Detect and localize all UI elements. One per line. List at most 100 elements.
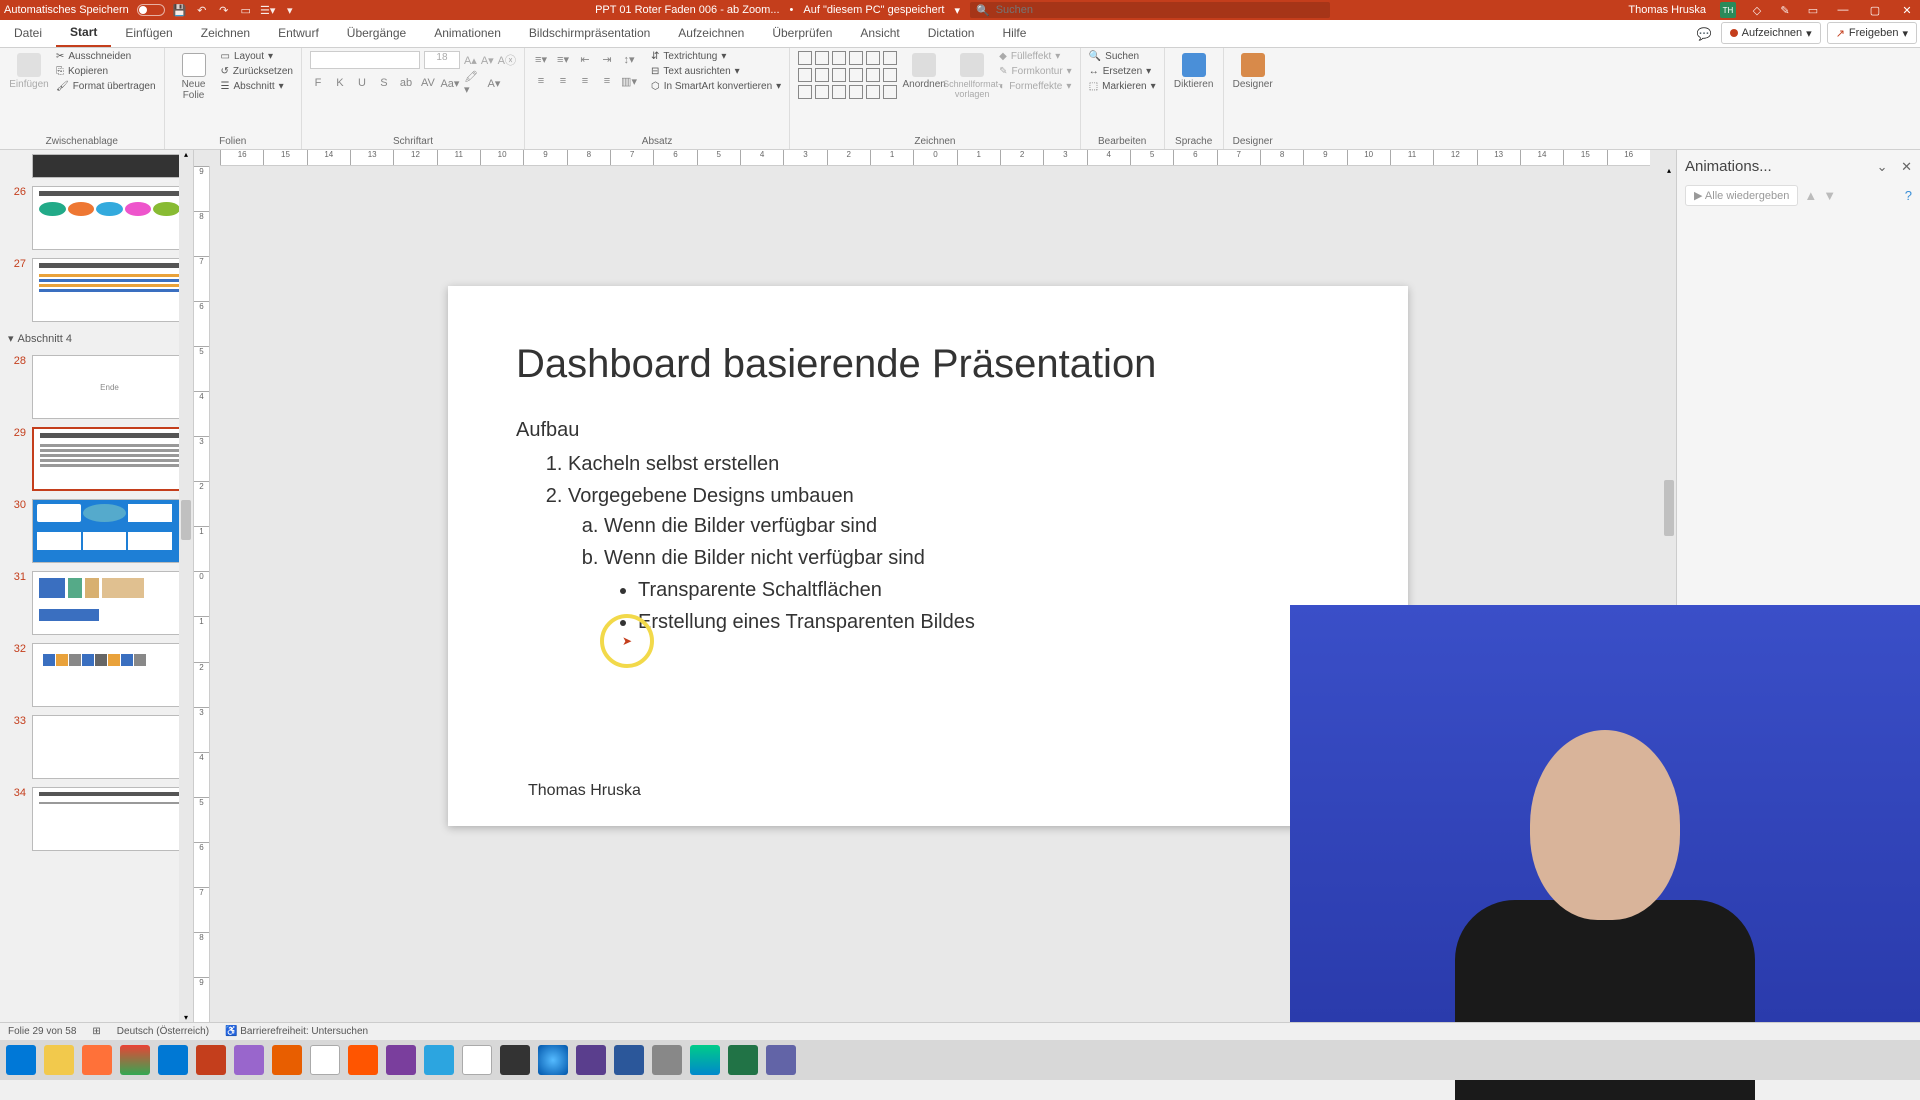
teams-icon[interactable] [766,1045,796,1075]
save-location[interactable]: Auf "diesem PC" gespeichert [803,4,944,16]
tab-ueberpruefen[interactable]: Überprüfen [758,19,846,47]
replace-button[interactable]: ↔ Ersetzen ▾ [1089,66,1156,77]
highlight-button[interactable]: 🖍▾ [464,75,480,91]
accessibility-check[interactable]: ♿ Barrierefreiheit: Untersuchen [225,1026,368,1037]
justify-icon[interactable]: ≡ [599,73,615,89]
format-painter-button[interactable]: 🖌 Format übertragen [56,81,156,92]
filename-chevron-icon[interactable]: ▾ [954,4,960,17]
start-button[interactable] [6,1045,36,1075]
user-name[interactable]: Thomas Hruska [1628,4,1706,16]
slide-canvas[interactable]: Dashboard basierende Präsentation Aufbau… [448,286,1408,826]
slide-panel-scrollbar[interactable]: ▴ ▾ [179,150,193,1022]
word-icon[interactable] [614,1045,644,1075]
tab-dictation[interactable]: Dictation [914,19,989,47]
tab-start[interactable]: Start [56,19,111,47]
effects-button[interactable]: ◐ Formeffekte ▾ [999,81,1072,92]
outline-button[interactable]: ✎ Formkontur ▾ [999,66,1072,77]
tab-hilfe[interactable]: Hilfe [988,19,1040,47]
smartart-button[interactable]: ⬡ In SmartArt konvertieren ▾ [651,81,781,92]
slide-thumb-30[interactable]: 30 [0,495,193,567]
drawing-tools-icon[interactable]: ✎ [1778,3,1792,17]
numbering-icon[interactable]: ≡▾ [555,51,571,67]
align-left-icon[interactable]: ≡ [533,73,549,89]
tab-zeichnen[interactable]: Zeichnen [187,19,264,47]
help-icon[interactable]: ? [1905,188,1912,203]
arrange-button[interactable]: Anordnen [903,51,945,90]
underline-button[interactable]: U [354,75,370,91]
record-button[interactable]: Aufzeichnen ▾ [1721,22,1821,44]
file-name[interactable]: PPT 01 Roter Faden 006 - ab Zoom... [595,4,779,16]
outlook-icon[interactable] [158,1045,188,1075]
section-header-4[interactable]: ▾Abschnitt 4 [0,326,193,351]
cut-button[interactable]: ✂ Ausschneiden [56,51,156,62]
slide-body[interactable]: Aufbau Kacheln selbst erstellen Vorgegeb… [516,415,1340,637]
decrease-indent-icon[interactable]: ⇤ [577,51,593,67]
qat-more-icon[interactable]: ▾ [283,3,297,17]
copy-button[interactable]: ⎘ Kopieren [56,66,156,77]
app-icon[interactable] [538,1045,568,1075]
shrink-font-icon[interactable]: A▾ [481,54,494,67]
ribbon-mode-icon[interactable]: ▭ [1806,3,1820,17]
tab-ansicht[interactable]: Ansicht [846,19,913,47]
strike-button[interactable]: S [376,75,392,91]
autosave-toggle[interactable] [137,4,165,16]
tab-entwurf[interactable]: Entwurf [264,19,333,47]
slide-thumb-27[interactable]: 27 [0,254,193,326]
scroll-down-icon[interactable]: ▾ [179,1013,193,1022]
edge-icon[interactable] [690,1045,720,1075]
start-slideshow-icon[interactable]: ▭ [239,3,253,17]
app-icon[interactable] [462,1045,492,1075]
vlc-icon[interactable] [272,1045,302,1075]
slide-thumb-25[interactable] [0,150,193,182]
align-center-icon[interactable]: ≡ [555,73,571,89]
explorer-icon[interactable] [44,1045,74,1075]
save-icon[interactable]: 💾 [173,3,187,17]
undo-icon[interactable]: ↶ [195,3,209,17]
powerpoint-icon[interactable] [196,1045,226,1075]
play-all-button[interactable]: ▶ Alle wiedergeben [1685,185,1798,206]
search-box[interactable]: 🔍 [970,2,1330,18]
font-select[interactable] [310,51,420,69]
find-button[interactable]: 🔍 Suchen [1089,51,1156,62]
pane-close-icon[interactable]: ✕ [1901,159,1912,174]
tab-aufzeichnen[interactable]: Aufzeichnen [664,19,758,47]
quick-styles-button[interactable]: Schnellformat- vorlagen [951,51,993,99]
clear-format-icon[interactable]: Aⓧ [498,52,516,68]
move-down-icon[interactable]: ▼ [1823,188,1836,203]
comments-icon[interactable]: 💬 [1697,27,1712,41]
bullets-icon[interactable]: ≡▾ [533,51,549,67]
pane-collapse-icon[interactable]: ⌄ [1877,159,1888,174]
font-color-button[interactable]: A▾ [486,75,502,91]
language-status[interactable]: Deutsch (Österreich) [117,1026,209,1037]
designer-button[interactable]: Designer [1232,51,1274,90]
redo-icon[interactable]: ↷ [217,3,231,17]
bold-button[interactable]: F [310,75,326,91]
move-up-icon[interactable]: ▲ [1804,188,1817,203]
tab-einfuegen[interactable]: Einfügen [111,19,186,47]
scroll-thumb[interactable] [1664,480,1674,536]
select-button[interactable]: ⬚ Markieren ▾ [1089,81,1156,92]
coming-soon-icon[interactable]: ◇ [1750,3,1764,17]
scroll-thumb[interactable] [181,500,191,540]
scroll-up-icon[interactable]: ▴ [1662,166,1676,175]
shadow-button[interactable]: ab [398,75,414,91]
layout-button[interactable]: ▭ Layout ▾ [221,51,293,62]
grow-font-icon[interactable]: A▴ [464,54,477,67]
excel-icon[interactable] [728,1045,758,1075]
section-button[interactable]: ☰ Abschnitt ▾ [221,81,293,92]
app-icon[interactable] [234,1045,264,1075]
firefox-icon[interactable] [82,1045,112,1075]
slide-panel[interactable]: 26 27 ▾Abschnitt 4 28Ende 29 30 31 32 33… [0,150,194,1022]
text-direction-button[interactable]: ⇵ Textrichtung ▾ [651,51,781,62]
app-icon[interactable] [310,1045,340,1075]
columns-icon[interactable]: ▥▾ [621,73,637,89]
slide-thumb-34[interactable]: 34 [0,783,193,855]
minimize-button[interactable]: — [1834,3,1852,17]
line-spacing-icon[interactable]: ↕▾ [621,51,637,67]
shapes-gallery[interactable] [798,51,897,99]
app-icon[interactable] [576,1045,606,1075]
slide-thumb-28[interactable]: 28Ende [0,351,193,423]
app-icon[interactable] [652,1045,682,1075]
font-size-select[interactable]: 18 [424,51,460,69]
spacing-button[interactable]: AV [420,75,436,91]
